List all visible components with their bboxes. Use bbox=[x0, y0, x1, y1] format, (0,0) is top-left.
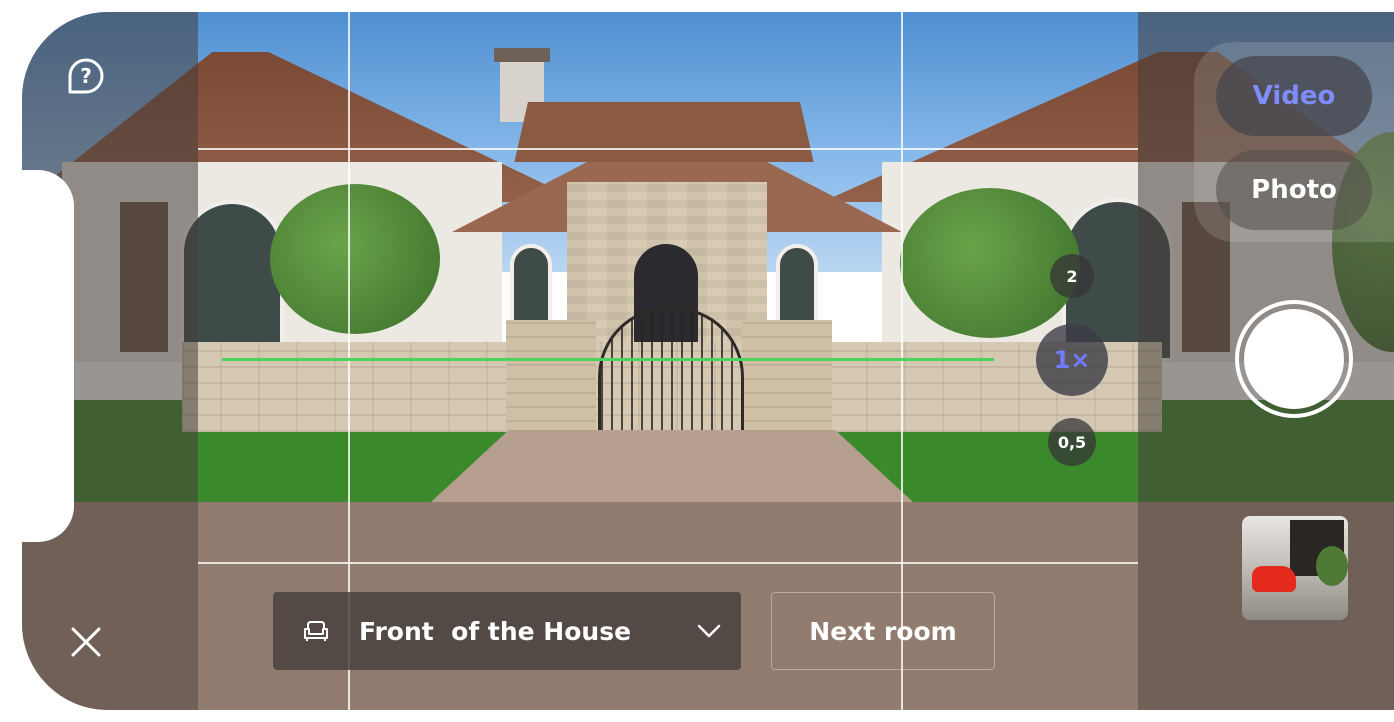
grid-line-h1 bbox=[198, 148, 1138, 150]
thumb-red-car bbox=[1252, 566, 1296, 592]
center-roof-top bbox=[514, 102, 814, 162]
zoom-0-5x-label: 0,5 bbox=[1057, 432, 1087, 452]
thumb-tree bbox=[1316, 546, 1348, 586]
chimney-cap bbox=[494, 48, 550, 62]
gallery-thumbnail[interactable] bbox=[1242, 516, 1348, 620]
room-selector-dropdown[interactable]: Front of the House bbox=[273, 592, 741, 670]
chevron-down-icon bbox=[697, 624, 721, 638]
pillar-left bbox=[506, 320, 596, 436]
mode-photo-label: Photo bbox=[1251, 175, 1337, 205]
close-icon[interactable] bbox=[70, 626, 102, 658]
pillar-right bbox=[742, 320, 832, 436]
next-room-label: Next room bbox=[809, 616, 957, 646]
grid-line-h2 bbox=[198, 562, 1138, 564]
zoom-1x-label: 1× bbox=[1053, 346, 1091, 374]
mode-photo-button[interactable]: Photo bbox=[1216, 150, 1372, 230]
shutter-button[interactable] bbox=[1235, 300, 1353, 418]
zoom-1x-button[interactable]: 1× bbox=[1036, 324, 1108, 396]
room-selector-label: Front of the House bbox=[359, 616, 632, 646]
level-indicator bbox=[222, 358, 994, 361]
zoom-0-5x-button[interactable]: 0,5 bbox=[1048, 418, 1096, 466]
sofa-icon bbox=[304, 621, 328, 641]
tree-left bbox=[270, 184, 440, 334]
next-room-button[interactable]: Next room bbox=[771, 592, 995, 670]
help-bubble-icon[interactable]: ? bbox=[64, 54, 106, 96]
device-notch bbox=[0, 170, 74, 542]
svg-text:?: ? bbox=[80, 64, 92, 88]
iron-gate bbox=[598, 307, 744, 430]
shutter-inner bbox=[1244, 309, 1344, 409]
zoom-2x-label: 2 bbox=[1066, 266, 1078, 286]
mode-video-label: Video bbox=[1252, 81, 1336, 111]
mode-video-button[interactable]: Video bbox=[1216, 56, 1372, 136]
zoom-2x-button[interactable]: 2 bbox=[1050, 254, 1094, 298]
